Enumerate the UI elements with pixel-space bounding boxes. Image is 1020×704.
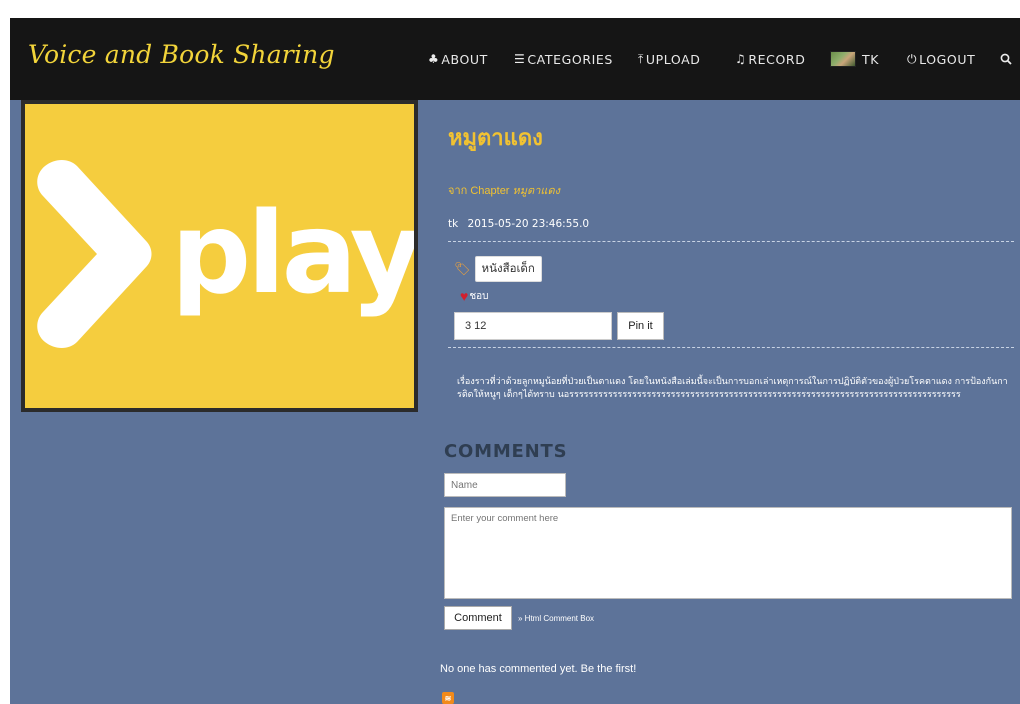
nav-categories-label: CATEGORIES	[527, 51, 613, 67]
list-icon: ☰	[514, 52, 526, 66]
search-icon	[1000, 53, 1012, 65]
play-logo-text: play	[171, 189, 414, 319]
avatar	[830, 51, 856, 67]
nav-logout[interactable]: ⏻ LOGOUT	[907, 49, 975, 69]
heart-icon: ♥	[460, 288, 469, 304]
pin-it-button[interactable]: Pin it	[617, 312, 664, 340]
tag-badge[interactable]: หนังสือเด็ก	[474, 256, 542, 282]
nav-upload[interactable]: ⤒ UPLOAD	[638, 49, 701, 69]
hcb-bullet-icon: »	[518, 614, 525, 623]
like-label: ชอบ	[469, 290, 489, 302]
chapter-prefix: จาก Chapter	[448, 185, 510, 197]
post-description: เรื่องราวที่ว่าด้วยลูกหมูน้อยที่ป่วยเป็น…	[457, 377, 1008, 400]
nav-user[interactable]: TK	[830, 49, 879, 69]
nav-logout-label: LOGOUT	[919, 51, 976, 67]
main-nav: ♣ ABOUT ☰ CATEGORIES ⤒ UPLOAD ♫ RECORD T…	[10, 49, 1020, 69]
divider	[448, 347, 1014, 348]
nav-record[interactable]: ♫ RECORD	[735, 49, 805, 69]
nav-user-label: TK	[862, 51, 880, 67]
about-icon: ♣	[428, 52, 440, 66]
nav-categories[interactable]: ☰ CATEGORIES	[514, 49, 613, 69]
media-thumbnail[interactable]: play	[21, 100, 418, 412]
rss-icon[interactable]: ≋	[442, 692, 454, 704]
nav-upload-label: UPLOAD	[645, 51, 701, 67]
nav-about[interactable]: ♣ ABOUT	[428, 49, 488, 69]
page-frame: Voice and Book Sharing ♣ ABOUT ☰ CATEGOR…	[10, 18, 1020, 704]
powered-by-link[interactable]: » Html Comment Box	[518, 614, 594, 623]
page-title: หมูตาแดง	[448, 126, 543, 151]
comment-submit-button[interactable]: Comment	[444, 606, 512, 630]
chapter-line: จาก Chapter หมูตาแดง	[448, 181, 560, 199]
author-link[interactable]: tk	[448, 218, 458, 230]
like-button[interactable]: ♥ ชอบ	[460, 288, 488, 304]
powered-by-label: Html Comment Box	[524, 614, 595, 623]
top-navbar: Voice and Book Sharing ♣ ABOUT ☰ CATEGOR…	[10, 18, 1020, 100]
tag-row: 🏷 หนังสือเด็ก	[454, 256, 542, 282]
nav-search[interactable]	[1000, 49, 1012, 69]
no-comments-text: No one has commented yet. Be the first!	[440, 663, 637, 675]
power-icon: ⏻	[907, 51, 918, 66]
nav-about-label: ABOUT	[441, 51, 488, 67]
nav-record-label: RECORD	[748, 51, 806, 67]
chapter-link[interactable]: หมูตาแดง	[513, 185, 560, 197]
music-icon: ♫	[735, 52, 747, 66]
post-datetime: 2015-05-20 23:46:55.0	[467, 218, 590, 230]
tag-icon: 🏷	[454, 261, 471, 276]
post-meta: tk 2015-05-20 23:46:55.0	[448, 218, 589, 230]
comment-textarea[interactable]	[444, 507, 1012, 599]
divider	[448, 241, 1014, 242]
comments-heading: COMMENTS	[444, 441, 568, 462]
upload-icon: ⤒	[638, 51, 644, 66]
play-logo-image: play	[37, 160, 414, 348]
name-field[interactable]	[444, 473, 566, 497]
pin-input[interactable]	[454, 312, 612, 340]
